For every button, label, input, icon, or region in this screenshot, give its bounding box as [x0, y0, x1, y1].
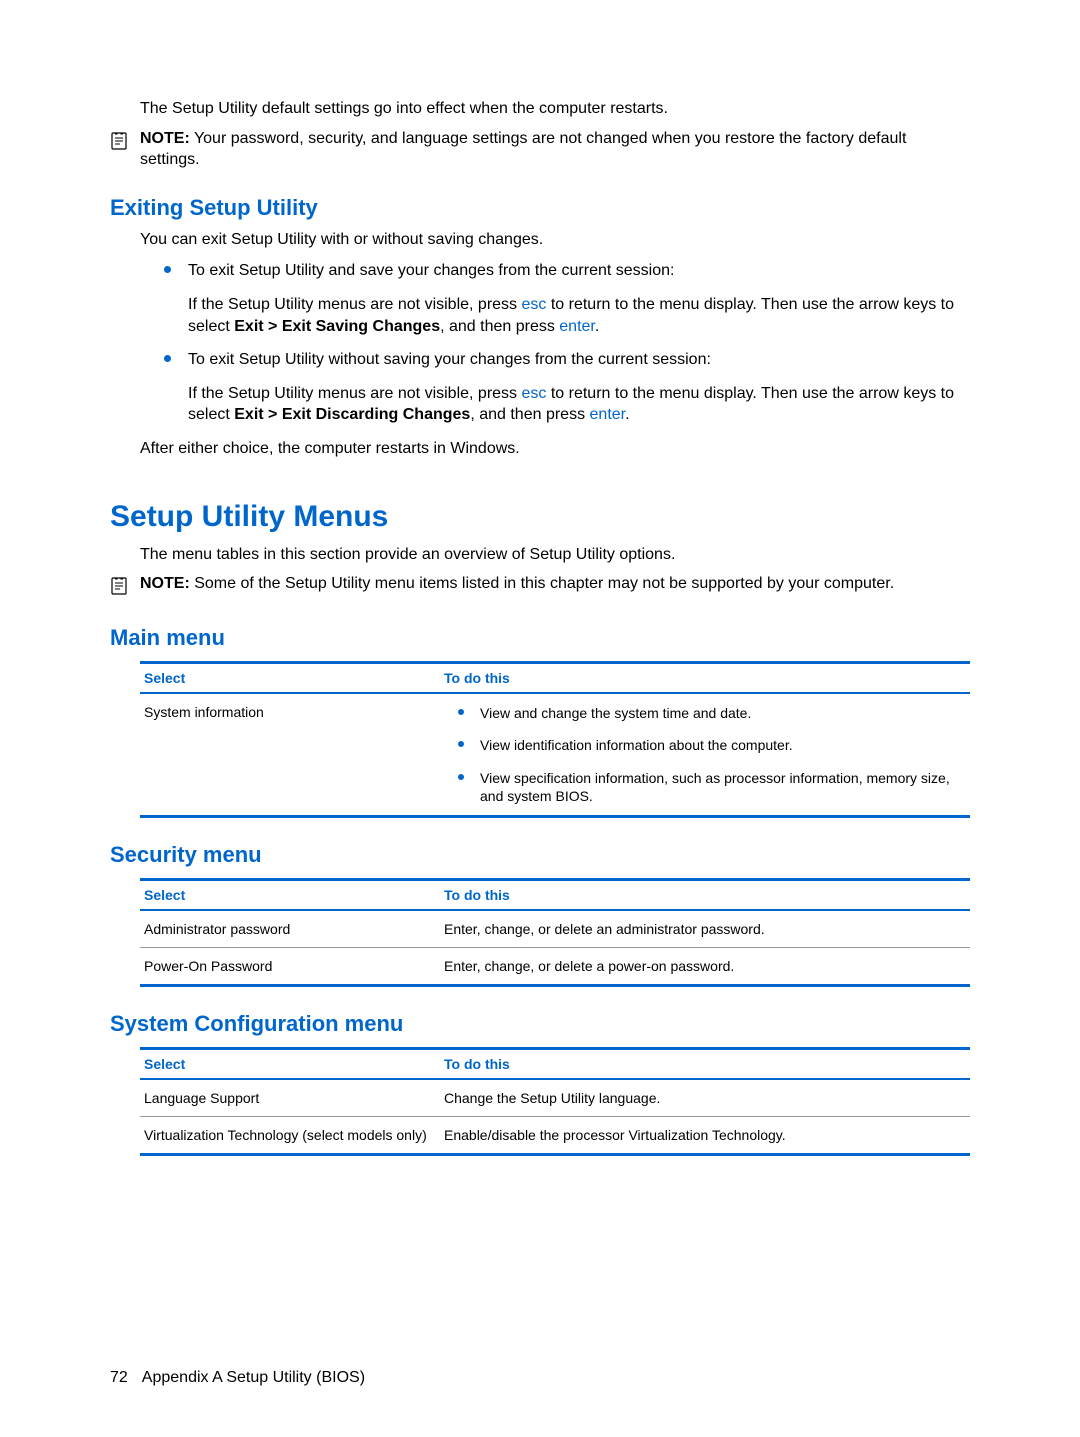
- exiting-after: After either choice, the computer restar…: [140, 438, 970, 460]
- heading-main-menu: Main menu: [110, 625, 970, 651]
- cell-select: Virtualization Technology (select models…: [140, 1127, 444, 1143]
- bullet2-text: To exit Setup Utility without saving you…: [188, 351, 711, 368]
- table-row: Virtualization Technology (select models…: [140, 1116, 970, 1153]
- enter-key: enter: [559, 318, 595, 335]
- note-body: Your password, security, and language se…: [140, 130, 906, 169]
- bullet1-text: To exit Setup Utility and save your chan…: [188, 262, 674, 279]
- bullet2-detail: If the Setup Utility menus are not visib…: [188, 383, 970, 426]
- table-row: Power-On Password Enter, change, or dele…: [140, 947, 970, 984]
- col-todo: To do this: [444, 887, 970, 903]
- exit-saving-bold: Exit > Exit Saving Changes: [234, 318, 440, 335]
- col-select: Select: [140, 670, 444, 686]
- footer-title: Appendix A Setup Utility (BIOS): [142, 1369, 365, 1386]
- table-header: Select To do this: [140, 664, 970, 694]
- exiting-intro: You can exit Setup Utility with or witho…: [140, 229, 970, 251]
- col-select: Select: [140, 1056, 444, 1072]
- txt: If the Setup Utility menus are not visib…: [188, 296, 521, 313]
- restart-text: The Setup Utility default settings go in…: [140, 98, 970, 120]
- txt: , and then press: [470, 406, 589, 423]
- cell-select: Administrator password: [140, 921, 444, 937]
- table-row: Language Support Change the Setup Utilit…: [140, 1080, 970, 1116]
- note-icon: [110, 576, 134, 601]
- main-menu-table: Select To do this System information Vie…: [140, 661, 970, 818]
- txt: .: [595, 318, 599, 335]
- heading-security-menu: Security menu: [110, 842, 970, 868]
- table-row: Administrator password Enter, change, or…: [140, 911, 970, 947]
- exit-save-item: To exit Setup Utility and save your chan…: [188, 260, 970, 337]
- note-icon: [110, 131, 134, 156]
- cell-todo: Change the Setup Utility language.: [444, 1090, 970, 1106]
- page: The Setup Utility default settings go in…: [0, 0, 1080, 1437]
- cell-todo: Enable/disable the processor Virtualizat…: [444, 1127, 970, 1143]
- col-todo: To do this: [444, 670, 970, 686]
- heading-sysconfig-menu: System Configuration menu: [110, 1011, 970, 1037]
- page-number: 72: [110, 1369, 128, 1386]
- cell-select: Power-On Password: [140, 958, 444, 974]
- note-block-2: NOTE: Some of the Setup Utility menu ite…: [110, 573, 970, 601]
- txt: If the Setup Utility menus are not visib…: [188, 385, 521, 402]
- exit-discarding-bold: Exit > Exit Discarding Changes: [234, 406, 470, 423]
- txt: , and then press: [440, 318, 559, 335]
- exiting-list: To exit Setup Utility and save your chan…: [140, 260, 970, 426]
- sysconfig-menu-table: Select To do this Language Support Chang…: [140, 1047, 970, 1156]
- menus-intro-block: The menu tables in this section provide …: [140, 544, 970, 566]
- note-label: NOTE:: [140, 130, 190, 147]
- cell-select: System information: [140, 704, 444, 805]
- enter-key: enter: [590, 406, 626, 423]
- col-todo: To do this: [444, 1056, 970, 1072]
- txt: .: [625, 406, 629, 423]
- cell-select: Language Support: [140, 1090, 444, 1106]
- exiting-body: You can exit Setup Utility with or witho…: [140, 229, 970, 460]
- intro-block: The Setup Utility default settings go in…: [140, 98, 970, 120]
- note-block-1: NOTE: Your password, security, and langu…: [110, 128, 970, 171]
- esc-key: esc: [521, 385, 546, 402]
- table-row: System information View and change the s…: [140, 694, 970, 815]
- note-text-1: NOTE: Your password, security, and langu…: [140, 128, 970, 171]
- heading-exiting: Exiting Setup Utility: [110, 195, 970, 221]
- cell-todo: View and change the system time and date…: [444, 704, 970, 805]
- note-text-2: NOTE: Some of the Setup Utility menu ite…: [140, 573, 970, 595]
- page-footer: 72 Appendix A Setup Utility (BIOS): [110, 1369, 365, 1387]
- list-item: View specification information, such as …: [444, 769, 970, 805]
- heading-setup-utility-menus: Setup Utility Menus: [110, 500, 970, 534]
- col-select: Select: [140, 887, 444, 903]
- cell-todo: Enter, change, or delete a power-on pass…: [444, 958, 970, 974]
- note-label: NOTE:: [140, 575, 190, 592]
- note-body: Some of the Setup Utility menu items lis…: [194, 575, 894, 592]
- bullet1-detail: If the Setup Utility menus are not visib…: [188, 294, 970, 337]
- security-menu-table: Select To do this Administrator password…: [140, 878, 970, 987]
- table-header: Select To do this: [140, 1050, 970, 1080]
- table-header: Select To do this: [140, 881, 970, 911]
- cell-todo: Enter, change, or delete an administrato…: [444, 921, 970, 937]
- esc-key: esc: [521, 296, 546, 313]
- exit-discard-item: To exit Setup Utility without saving you…: [188, 349, 970, 426]
- cell-list: View and change the system time and date…: [444, 704, 970, 805]
- list-item: View identification information about th…: [444, 736, 970, 754]
- list-item: View and change the system time and date…: [444, 704, 970, 722]
- menus-intro: The menu tables in this section provide …: [140, 544, 970, 566]
